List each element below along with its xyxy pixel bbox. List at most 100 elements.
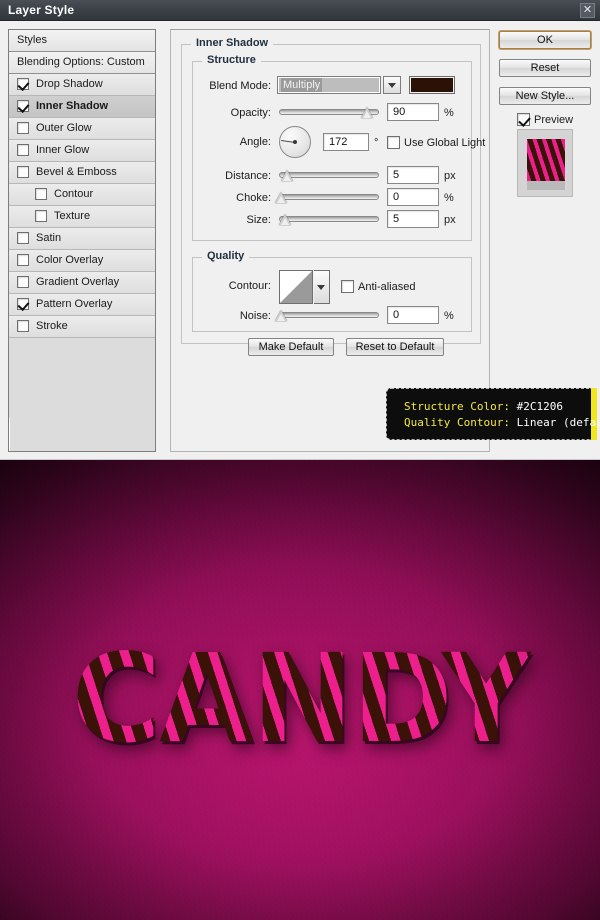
styles-item-checkbox[interactable] bbox=[17, 320, 29, 332]
opacity-slider-thumb[interactable] bbox=[361, 107, 373, 118]
choke-slider-thumb[interactable] bbox=[275, 192, 287, 203]
angle-label: Angle: bbox=[239, 136, 271, 148]
anti-aliased-box[interactable] bbox=[341, 280, 354, 293]
choke-input[interactable]: 0 bbox=[387, 188, 439, 206]
styles-list-header: Styles bbox=[9, 30, 155, 52]
styles-item-checkbox[interactable] bbox=[17, 254, 29, 266]
styles-item-checkbox[interactable] bbox=[17, 78, 29, 90]
shadow-color-swatch[interactable] bbox=[409, 76, 455, 94]
layer-style-dialog: Layer Style ✕ Styles Blending Options: C… bbox=[0, 0, 600, 460]
tooltip-line-1: Structure Color: #2C1206 bbox=[404, 400, 563, 413]
size-slider-track bbox=[279, 216, 379, 222]
page-title: Layer Style bbox=[8, 3, 75, 17]
inner-shadow-group-title: Inner Shadow bbox=[191, 37, 274, 49]
new-style-button[interactable]: New Style... bbox=[499, 87, 591, 105]
dialog-titlebar: Layer Style ✕ bbox=[0, 0, 600, 21]
reset-to-default-button[interactable]: Reset to Default bbox=[346, 338, 444, 356]
distance-slider-track bbox=[279, 172, 379, 178]
preview-shadow-bar bbox=[527, 181, 565, 190]
styles-item-label: Color Overlay bbox=[36, 254, 104, 266]
styles-item-label: Inner Glow bbox=[36, 144, 90, 156]
tooltip-line-2-key: Quality Contour: bbox=[404, 416, 510, 429]
blend-mode-value: Multiply bbox=[281, 78, 323, 92]
styles-item-color-overlay[interactable]: Color Overlay bbox=[9, 250, 155, 272]
angle-dial[interactable] bbox=[279, 126, 311, 158]
styles-item-checkbox[interactable] bbox=[17, 166, 29, 178]
styles-item-satin[interactable]: Satin bbox=[9, 228, 155, 250]
make-default-button[interactable]: Make Default bbox=[248, 338, 334, 356]
styles-item-inner-glow[interactable]: Inner Glow bbox=[9, 140, 155, 162]
tooltip-line-2: Quality Contour: Linear (default) bbox=[404, 416, 600, 429]
ok-button[interactable]: OK bbox=[499, 31, 591, 49]
size-slider[interactable] bbox=[279, 210, 379, 228]
styles-list-panel: Styles Blending Options: Custom Drop Sha… bbox=[8, 29, 156, 452]
styles-item-checkbox[interactable] bbox=[17, 276, 29, 288]
distance-input[interactable]: 5 bbox=[387, 166, 439, 184]
styles-item-checkbox[interactable] bbox=[17, 144, 29, 156]
distance-label: Distance: bbox=[225, 170, 271, 182]
styles-item-label: Gradient Overlay bbox=[36, 276, 120, 288]
size-unit: px bbox=[444, 214, 456, 226]
styles-item-label: Outer Glow bbox=[36, 122, 92, 134]
close-icon[interactable]: ✕ bbox=[580, 3, 595, 18]
chevron-down-icon[interactable] bbox=[383, 76, 401, 94]
choke-slider-track bbox=[279, 194, 379, 200]
use-global-light-box[interactable] bbox=[387, 136, 400, 149]
styles-item-contour[interactable]: Contour bbox=[9, 184, 155, 206]
contour-chevron-down-icon[interactable] bbox=[314, 270, 330, 304]
styles-item-checkbox[interactable] bbox=[35, 188, 47, 200]
styles-item-stroke[interactable]: Stroke bbox=[9, 316, 155, 338]
preview-swatch bbox=[527, 139, 565, 181]
reset-button[interactable]: Reset bbox=[499, 59, 591, 77]
annotation-tooltip: Structure Color: #2C1206 Quality Contour… bbox=[386, 388, 600, 440]
canvas-vignette bbox=[0, 460, 600, 920]
styles-item-checkbox[interactable] bbox=[35, 210, 47, 222]
styles-effect-list: Drop Shadow Inner Shadow Outer Glow Inner G… bbox=[9, 74, 155, 338]
distance-slider[interactable] bbox=[279, 166, 379, 184]
styles-item-label: Inner Shadow bbox=[36, 100, 109, 112]
styles-item-drop-shadow[interactable]: Drop Shadow bbox=[9, 74, 155, 96]
styles-item-pattern-overlay[interactable]: Pattern Overlay bbox=[9, 294, 155, 316]
size-slider-thumb[interactable] bbox=[279, 214, 291, 225]
linear-contour-icon bbox=[280, 271, 312, 303]
angle-input[interactable]: 172 bbox=[323, 133, 369, 151]
size-label: Size: bbox=[246, 214, 271, 226]
styles-item-label: Stroke bbox=[36, 320, 68, 332]
noise-slider[interactable] bbox=[275, 306, 379, 324]
tooltip-line-1-key: Structure Color: bbox=[404, 400, 510, 413]
preview-box[interactable] bbox=[517, 113, 530, 126]
distance-unit: px bbox=[444, 170, 456, 182]
styles-item-texture[interactable]: Texture bbox=[9, 206, 155, 228]
choke-unit: % bbox=[444, 192, 454, 204]
tooltip-line-1-value: #2C1206 bbox=[516, 400, 563, 413]
distance-slider-thumb[interactable] bbox=[281, 170, 293, 181]
styles-item-checkbox[interactable] bbox=[17, 298, 29, 310]
choke-slider[interactable] bbox=[275, 188, 379, 206]
styles-item-bevel-emboss[interactable]: Bevel & Emboss bbox=[9, 162, 155, 184]
styles-item-checkbox[interactable] bbox=[17, 122, 29, 134]
anti-aliased-label: Anti-aliased bbox=[358, 281, 416, 293]
inner-shadow-group: Inner Shadow Structure Blend Mode: Multi… bbox=[181, 37, 485, 356]
size-input[interactable]: 5 bbox=[387, 210, 439, 228]
styles-item-checkbox[interactable] bbox=[17, 100, 29, 112]
tooltip-accent-bar bbox=[591, 388, 597, 440]
styles-item-checkbox[interactable] bbox=[17, 232, 29, 244]
contour-preview[interactable] bbox=[279, 270, 313, 304]
styles-item-label: Contour bbox=[54, 188, 94, 200]
opacity-label: Opacity: bbox=[230, 107, 271, 119]
noise-slider-thumb[interactable] bbox=[275, 310, 287, 321]
styles-item-label: Satin bbox=[36, 232, 62, 244]
styles-item-outer-glow[interactable]: Outer Glow bbox=[9, 118, 155, 140]
contour-label: Contour: bbox=[228, 280, 271, 292]
opacity-slider[interactable] bbox=[279, 103, 379, 121]
noise-input[interactable]: 0 bbox=[387, 306, 439, 324]
styles-item-gradient-overlay[interactable]: Gradient Overlay bbox=[9, 272, 155, 294]
opacity-input[interactable]: 90 bbox=[387, 103, 439, 121]
styles-item-inner-shadow[interactable]: Inner Shadow bbox=[9, 96, 155, 118]
style-preview-thumbnail bbox=[517, 129, 573, 197]
blending-options-row[interactable]: Blending Options: Custom bbox=[9, 52, 155, 74]
choke-label: Choke: bbox=[236, 192, 271, 204]
blend-mode-select[interactable]: Multiply bbox=[277, 76, 381, 94]
noise-unit: % bbox=[444, 310, 454, 322]
structure-group: Structure Blend Mode: Multiply Opacity: bbox=[192, 54, 485, 241]
